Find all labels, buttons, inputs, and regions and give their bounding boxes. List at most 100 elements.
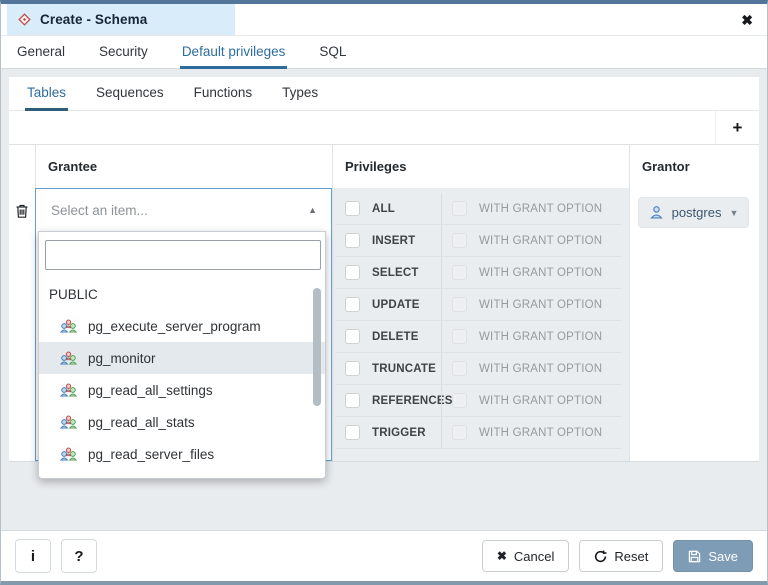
privileges-cell: ALL WITH GRANT OPTION INSERT WITH GRANT … xyxy=(332,188,629,461)
role-group-icon xyxy=(59,318,78,334)
privilege-option-row: UPDATE WITH GRANT OPTION xyxy=(335,289,621,321)
dropdown-item-pg-execute-server-program[interactable]: pg_execute_server_program xyxy=(39,310,325,342)
privilege-checkbox-references[interactable] xyxy=(345,393,360,408)
sql-info-button[interactable]: i xyxy=(15,539,51,573)
privilege-option-row: TRUNCATE WITH GRANT OPTION xyxy=(335,353,621,385)
subtab-label: Types xyxy=(282,85,318,100)
subtab-tables[interactable]: Tables xyxy=(25,77,68,111)
grantee-select[interactable]: Select an item... ▲ xyxy=(36,189,331,231)
privilege-checkbox-select[interactable] xyxy=(345,265,360,280)
role-group-icon xyxy=(59,382,78,398)
dropdown-item-pg-read-server-files[interactable]: pg_read_server_files xyxy=(39,438,325,470)
dropdown-item-label: pg_read_all_settings xyxy=(88,383,213,398)
grantor-column-header: Grantor xyxy=(629,145,759,188)
privilege-checkbox-trigger[interactable] xyxy=(345,425,360,440)
cancel-x-icon: ✖ xyxy=(497,549,507,563)
grid-toolbar: + xyxy=(9,111,759,145)
grant-option-checkbox[interactable] xyxy=(452,201,467,216)
privilege-checkbox-all[interactable] xyxy=(345,201,360,216)
reset-button[interactable]: Reset xyxy=(579,540,663,572)
grant-option-checkbox[interactable] xyxy=(452,361,467,376)
tab-security[interactable]: Security xyxy=(97,36,150,69)
dialog-footer: i ? ✖ Cancel Reset xyxy=(1,530,767,581)
tab-label: Security xyxy=(99,44,148,59)
caret-up-icon: ▲ xyxy=(308,205,317,215)
dropdown-search-input[interactable] xyxy=(45,240,321,270)
save-label: Save xyxy=(708,549,738,564)
dropdown-item-label: pg_monitor xyxy=(88,351,156,366)
close-icon[interactable]: ✖ xyxy=(741,13,753,27)
subtab-label: Functions xyxy=(194,85,253,100)
privilege-checkbox-delete[interactable] xyxy=(345,329,360,344)
tab-default-privileges[interactable]: Default privileges xyxy=(180,36,288,69)
dropdown-item-public[interactable]: PUBLIC xyxy=(39,278,325,310)
subtab-types[interactable]: Types xyxy=(280,77,320,111)
grant-option-checkbox[interactable] xyxy=(452,425,467,440)
tab-general[interactable]: General xyxy=(15,36,67,69)
dropdown-item-pg-read-all-stats[interactable]: pg_read_all_stats xyxy=(39,406,325,438)
subtab-label: Tables xyxy=(27,85,66,100)
dropdown-item-label: PUBLIC xyxy=(49,287,98,302)
grantor-value: postgres xyxy=(672,205,722,220)
privileges-column-header: Privileges xyxy=(332,145,629,188)
tab-sql[interactable]: SQL xyxy=(317,36,348,69)
grant-option-label: WITH GRANT OPTION xyxy=(479,235,602,247)
privilege-option-row: DELETE WITH GRANT OPTION xyxy=(335,321,621,353)
privilege-checkbox-update[interactable] xyxy=(345,297,360,312)
privilege-checkbox-truncate[interactable] xyxy=(345,361,360,376)
privilege-option-row: INSERT WITH GRANT OPTION xyxy=(335,225,621,257)
grant-option-checkbox[interactable] xyxy=(452,233,467,248)
grantee-column-header: Grantee xyxy=(35,145,332,188)
help-button[interactable]: ? xyxy=(61,539,97,573)
grantor-select[interactable]: postgres ▼ xyxy=(638,197,749,228)
dropdown-item-label: pg_read_server_files xyxy=(88,447,214,462)
titlebar: Create - Schema ✖ xyxy=(1,4,767,35)
grant-option-label: WITH GRANT OPTION xyxy=(479,395,602,407)
object-type-tabbar: Tables Sequences Functions Types xyxy=(9,77,759,111)
tab-label: General xyxy=(17,44,65,59)
privilege-checkbox-insert[interactable] xyxy=(345,233,360,248)
grantee-cell: Select an item... ▲ PUBLIC xyxy=(35,188,332,461)
subtab-sequences[interactable]: Sequences xyxy=(94,77,166,111)
privilege-label: SELECT xyxy=(372,267,419,279)
grid-header-row: Grantee Privileges Grantor xyxy=(9,145,759,188)
grantee-dropdown: PUBLIC pg_execute_ xyxy=(38,231,326,479)
privilege-option-row: SELECT WITH GRANT OPTION xyxy=(335,257,621,289)
dropdown-item-pg-monitor[interactable]: pg_monitor xyxy=(39,342,325,374)
user-icon xyxy=(649,205,664,220)
privilege-label: ALL xyxy=(372,203,395,215)
save-button[interactable]: Save xyxy=(673,540,753,572)
save-floppy-icon xyxy=(688,550,701,563)
subtab-label: Sequences xyxy=(96,85,164,100)
privilege-label: DELETE xyxy=(372,331,419,343)
delete-row-button[interactable] xyxy=(15,203,29,221)
privilege-option-row: REFERENCES WITH GRANT OPTION xyxy=(335,385,621,417)
grant-option-label: WITH GRANT OPTION xyxy=(479,427,602,439)
privilege-option-row: TRIGGER WITH GRANT OPTION xyxy=(335,417,621,449)
dropdown-item-label: pg_read_all_stats xyxy=(88,415,195,430)
role-group-icon xyxy=(59,414,78,430)
caret-down-icon: ▼ xyxy=(729,208,738,218)
dialog-tabbar: General Security Default privileges SQL xyxy=(1,35,767,69)
add-row-button[interactable]: + xyxy=(715,111,759,144)
delete-cell xyxy=(9,188,35,461)
dropdown-item-label: pg_execute_server_program xyxy=(88,319,261,334)
dropdown-item-pg-read-all-settings[interactable]: pg_read_all_settings xyxy=(39,374,325,406)
role-group-icon xyxy=(59,350,78,366)
reset-label: Reset xyxy=(614,549,648,564)
tab-label: Default privileges xyxy=(182,44,286,59)
privilege-label: TRIGGER xyxy=(372,427,426,439)
role-group-icon xyxy=(59,446,78,462)
privilege-option-row: ALL WITH GRANT OPTION xyxy=(335,193,621,225)
grant-option-checkbox[interactable] xyxy=(452,393,467,408)
grant-option-checkbox[interactable] xyxy=(452,297,467,312)
dropdown-scrollbar-thumb[interactable] xyxy=(313,288,321,406)
grant-option-checkbox[interactable] xyxy=(452,329,467,344)
grant-option-checkbox[interactable] xyxy=(452,265,467,280)
dialog-title: Create - Schema xyxy=(40,12,147,27)
schema-diamond-icon xyxy=(17,12,32,27)
cancel-label: Cancel xyxy=(514,549,554,564)
cancel-button[interactable]: ✖ Cancel xyxy=(482,540,570,572)
subtab-functions[interactable]: Functions xyxy=(192,77,255,111)
privilege-label: TRUNCATE xyxy=(372,363,436,375)
